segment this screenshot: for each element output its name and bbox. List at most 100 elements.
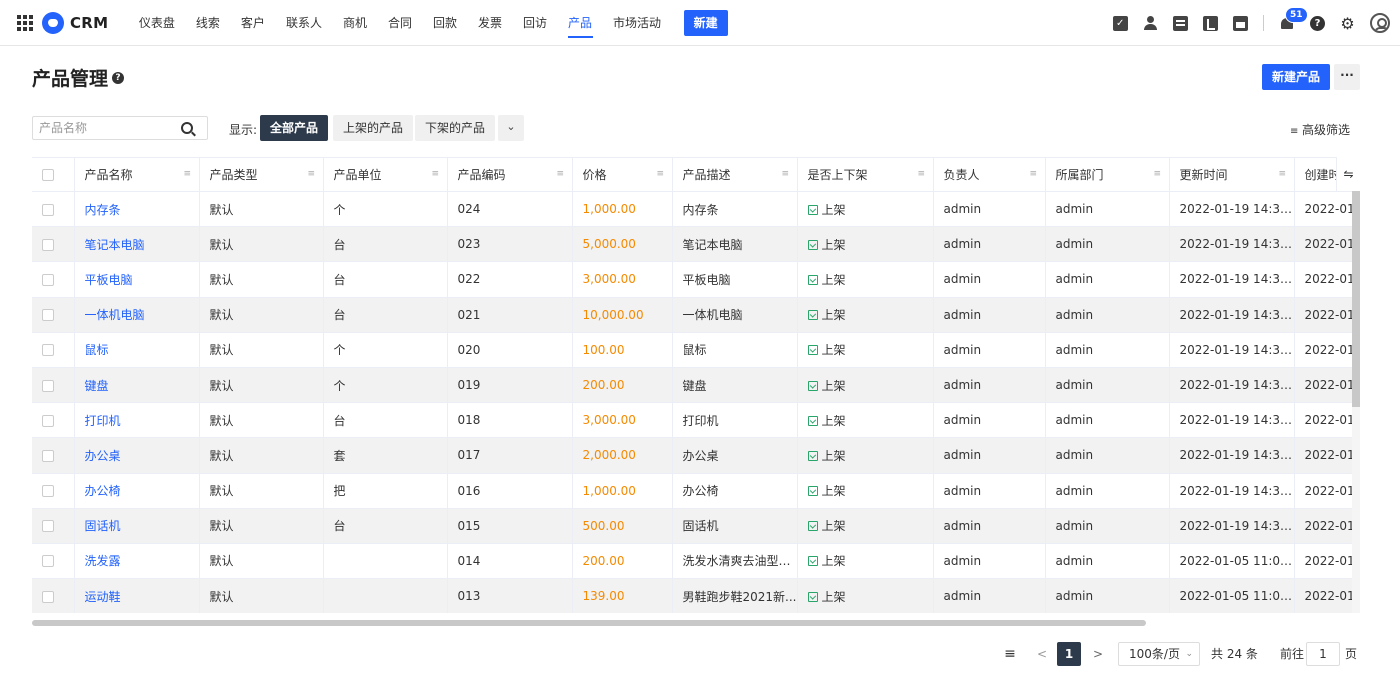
cell-name-text[interactable]: 一体机电脑 <box>85 308 145 322</box>
table-row[interactable]: 办公椅 默认 把 016 1,000.00 办公椅 上架 admin admin 2022-01-… <box>32 473 1360 509</box>
header-select-all[interactable] <box>32 157 75 192</box>
cell-name[interactable]: 洗发露 <box>74 543 200 580</box>
column-header[interactable]: 更新时间 ≡ <box>1169 157 1295 192</box>
horizontal-scrollbar-thumb[interactable] <box>32 620 1146 626</box>
cell-name-text[interactable]: 内存条 <box>85 203 121 217</box>
column-header[interactable]: 负责人 ≡ <box>933 157 1046 192</box>
cell-name-text[interactable]: 固话机 <box>85 519 121 533</box>
cell-name[interactable]: 键盘 <box>74 367 200 404</box>
column-filter-icon[interactable]: ≡ <box>918 170 927 179</box>
help-question-icon[interactable]: ? <box>112 71 125 84</box>
cell-name[interactable]: 打印机 <box>74 402 200 439</box>
row-checkbox[interactable] <box>42 273 54 286</box>
cell-name-text[interactable]: 平板电脑 <box>85 273 133 287</box>
column-header[interactable]: 所属部门 ≡ <box>1045 157 1170 192</box>
nav-item-6[interactable]: 回款 <box>422 0 467 46</box>
settings-gear-icon[interactable]: ⚙ <box>1340 15 1355 31</box>
nav-item-10[interactable]: 市场活动 <box>603 0 672 46</box>
row-checkbox[interactable] <box>42 485 54 498</box>
new-button[interactable]: 新建 <box>683 9 728 36</box>
segment-dropdown-chevron-icon[interactable]: ⌄ <box>498 115 524 141</box>
cell-name[interactable]: 鼠标 <box>74 332 200 368</box>
row-checkbox[interactable] <box>42 344 54 357</box>
table-row[interactable]: 鼠标 默认 个 020 100.00 鼠标 上架 admin admin 2022-01-19 1… <box>32 332 1360 368</box>
advanced-filter[interactable]: ≡ 高级筛选 <box>1290 121 1350 138</box>
cell-name[interactable]: 运动鞋 <box>74 578 200 613</box>
table-row[interactable]: 内存条 默认 个 024 1,000.00 内存条 上架 admin admin 2022-01-… <box>32 191 1360 228</box>
table-row[interactable]: 办公桌 默认 套 017 2,000.00 办公桌 上架 admin admin 2022-01-… <box>32 437 1360 474</box>
cell-name[interactable]: 固话机 <box>74 508 200 544</box>
notification-bell-icon[interactable]: 51 <box>1279 7 1308 31</box>
column-header[interactable]: 是否上下架 ≡ <box>797 157 934 192</box>
row-checkbox[interactable] <box>42 590 54 603</box>
avatar[interactable] <box>1370 13 1390 33</box>
phone-icon[interactable] <box>1203 15 1218 31</box>
column-filter-icon[interactable]: ≡ <box>657 170 666 179</box>
column-header[interactable]: 产品名称 ≡ <box>74 157 200 192</box>
cell-name-text[interactable]: 办公椅 <box>85 484 121 498</box>
list-menu-icon[interactable]: ≡ <box>998 642 1022 666</box>
column-filter-icon[interactable]: ≡ <box>308 170 317 179</box>
table-row[interactable]: 运动鞋 默认 013 139.00 男鞋跑步鞋2021新... 上架 admin admin 2… <box>32 578 1360 613</box>
help-icon[interactable]: ? <box>1310 15 1325 31</box>
cell-name-text[interactable]: 洗发露 <box>85 554 121 568</box>
segment-off-shelf[interactable]: 下架的产品 <box>415 115 496 141</box>
row-checkbox[interactable] <box>42 414 54 427</box>
search-icon[interactable] <box>181 122 193 134</box>
apps-grid-icon[interactable] <box>16 14 34 32</box>
search-input[interactable] <box>33 121 181 135</box>
nav-item-5[interactable]: 合同 <box>377 0 422 46</box>
cell-name-text[interactable]: 运动鞋 <box>85 590 121 604</box>
cell-name-text[interactable]: 笔记本电脑 <box>85 238 145 252</box>
row-checkbox[interactable] <box>42 520 54 533</box>
column-header[interactable]: 价格 ≡ <box>572 157 673 192</box>
more-actions-button[interactable]: ··· <box>1334 64 1360 90</box>
row-checkbox[interactable] <box>42 309 54 322</box>
vertical-scrollbar-thumb[interactable] <box>1352 191 1360 407</box>
select-all-checkbox[interactable] <box>42 169 54 181</box>
cell-name[interactable]: 笔记本电脑 <box>74 226 200 263</box>
nav-item-8[interactable]: 回访 <box>513 0 558 46</box>
page-size-select[interactable]: 100条/页 ⌄ <box>1118 642 1200 666</box>
column-filter-icon[interactable]: ≡ <box>1030 170 1039 179</box>
segment-all-products[interactable]: 全部产品 <box>260 115 329 141</box>
table-row[interactable]: 固话机 默认 台 015 500.00 固话机 上架 admin admin 2022-01-19… <box>32 508 1360 544</box>
nav-item-9[interactable]: 产品 <box>558 0 603 46</box>
column-filter-icon[interactable]: ≡ <box>782 170 791 179</box>
cell-name[interactable]: 平板电脑 <box>74 261 200 298</box>
new-product-button[interactable]: 新建产品 <box>1262 64 1331 90</box>
column-filter-icon[interactable]: ≡ <box>557 170 566 179</box>
column-header[interactable]: 产品编码 ≡ <box>447 157 573 192</box>
table-row[interactable]: 笔记本电脑 默认 台 023 5,000.00 笔记本电脑 上架 admin admin 2022… <box>32 226 1360 263</box>
cell-name-text[interactable]: 键盘 <box>85 379 109 393</box>
cell-name[interactable]: 内存条 <box>74 191 200 228</box>
column-header[interactable]: 产品描述 ≡ <box>672 157 798 192</box>
user-icon[interactable] <box>1143 15 1158 31</box>
cell-name-text[interactable]: 办公桌 <box>85 449 121 463</box>
cell-name-text[interactable]: 打印机 <box>85 414 121 428</box>
table-row[interactable]: 打印机 默认 台 018 3,000.00 打印机 上架 admin admin 2022-01-… <box>32 402 1360 439</box>
column-filter-icon[interactable]: ≡ <box>1279 170 1288 179</box>
column-filter-icon[interactable]: ≡ <box>432 170 441 179</box>
page-number-current[interactable]: 1 <box>1057 642 1081 666</box>
prev-page-button[interactable]: < <box>1034 642 1050 666</box>
cell-name[interactable]: 办公桌 <box>74 437 200 474</box>
column-settings-icon[interactable]: ⇋ <box>1336 157 1360 191</box>
table-row[interactable]: 键盘 默认 个 019 200.00 键盘 上架 admin admin 2022-01-19 1… <box>32 367 1360 404</box>
column-filter-icon[interactable]: ≡ <box>184 170 193 179</box>
table-row[interactable]: 洗发露 默认 014 200.00 洗发水清爽去油型1... 上架 admin admin 20… <box>32 543 1360 580</box>
column-header[interactable]: 产品单位 ≡ <box>323 157 448 192</box>
goto-page-input[interactable]: 1 <box>1306 642 1340 666</box>
nav-item-7[interactable]: 发票 <box>468 0 513 46</box>
column-filter-icon[interactable]: ≡ <box>1154 170 1163 179</box>
calendar-icon[interactable] <box>1233 15 1248 31</box>
row-checkbox[interactable] <box>42 555 54 568</box>
nav-item-0[interactable]: 仪表盘 <box>128 0 185 46</box>
table-row[interactable]: 一体机电脑 默认 台 021 10,000.00 一体机电脑 上架 admin admin 202… <box>32 297 1360 333</box>
nav-item-4[interactable]: 商机 <box>332 0 377 46</box>
row-checkbox[interactable] <box>42 203 54 216</box>
nav-item-3[interactable]: 联系人 <box>275 0 332 46</box>
task-check-icon[interactable] <box>1113 15 1128 31</box>
cell-name-text[interactable]: 鼠标 <box>85 343 109 357</box>
segment-on-shelf[interactable]: 上架的产品 <box>333 115 414 141</box>
